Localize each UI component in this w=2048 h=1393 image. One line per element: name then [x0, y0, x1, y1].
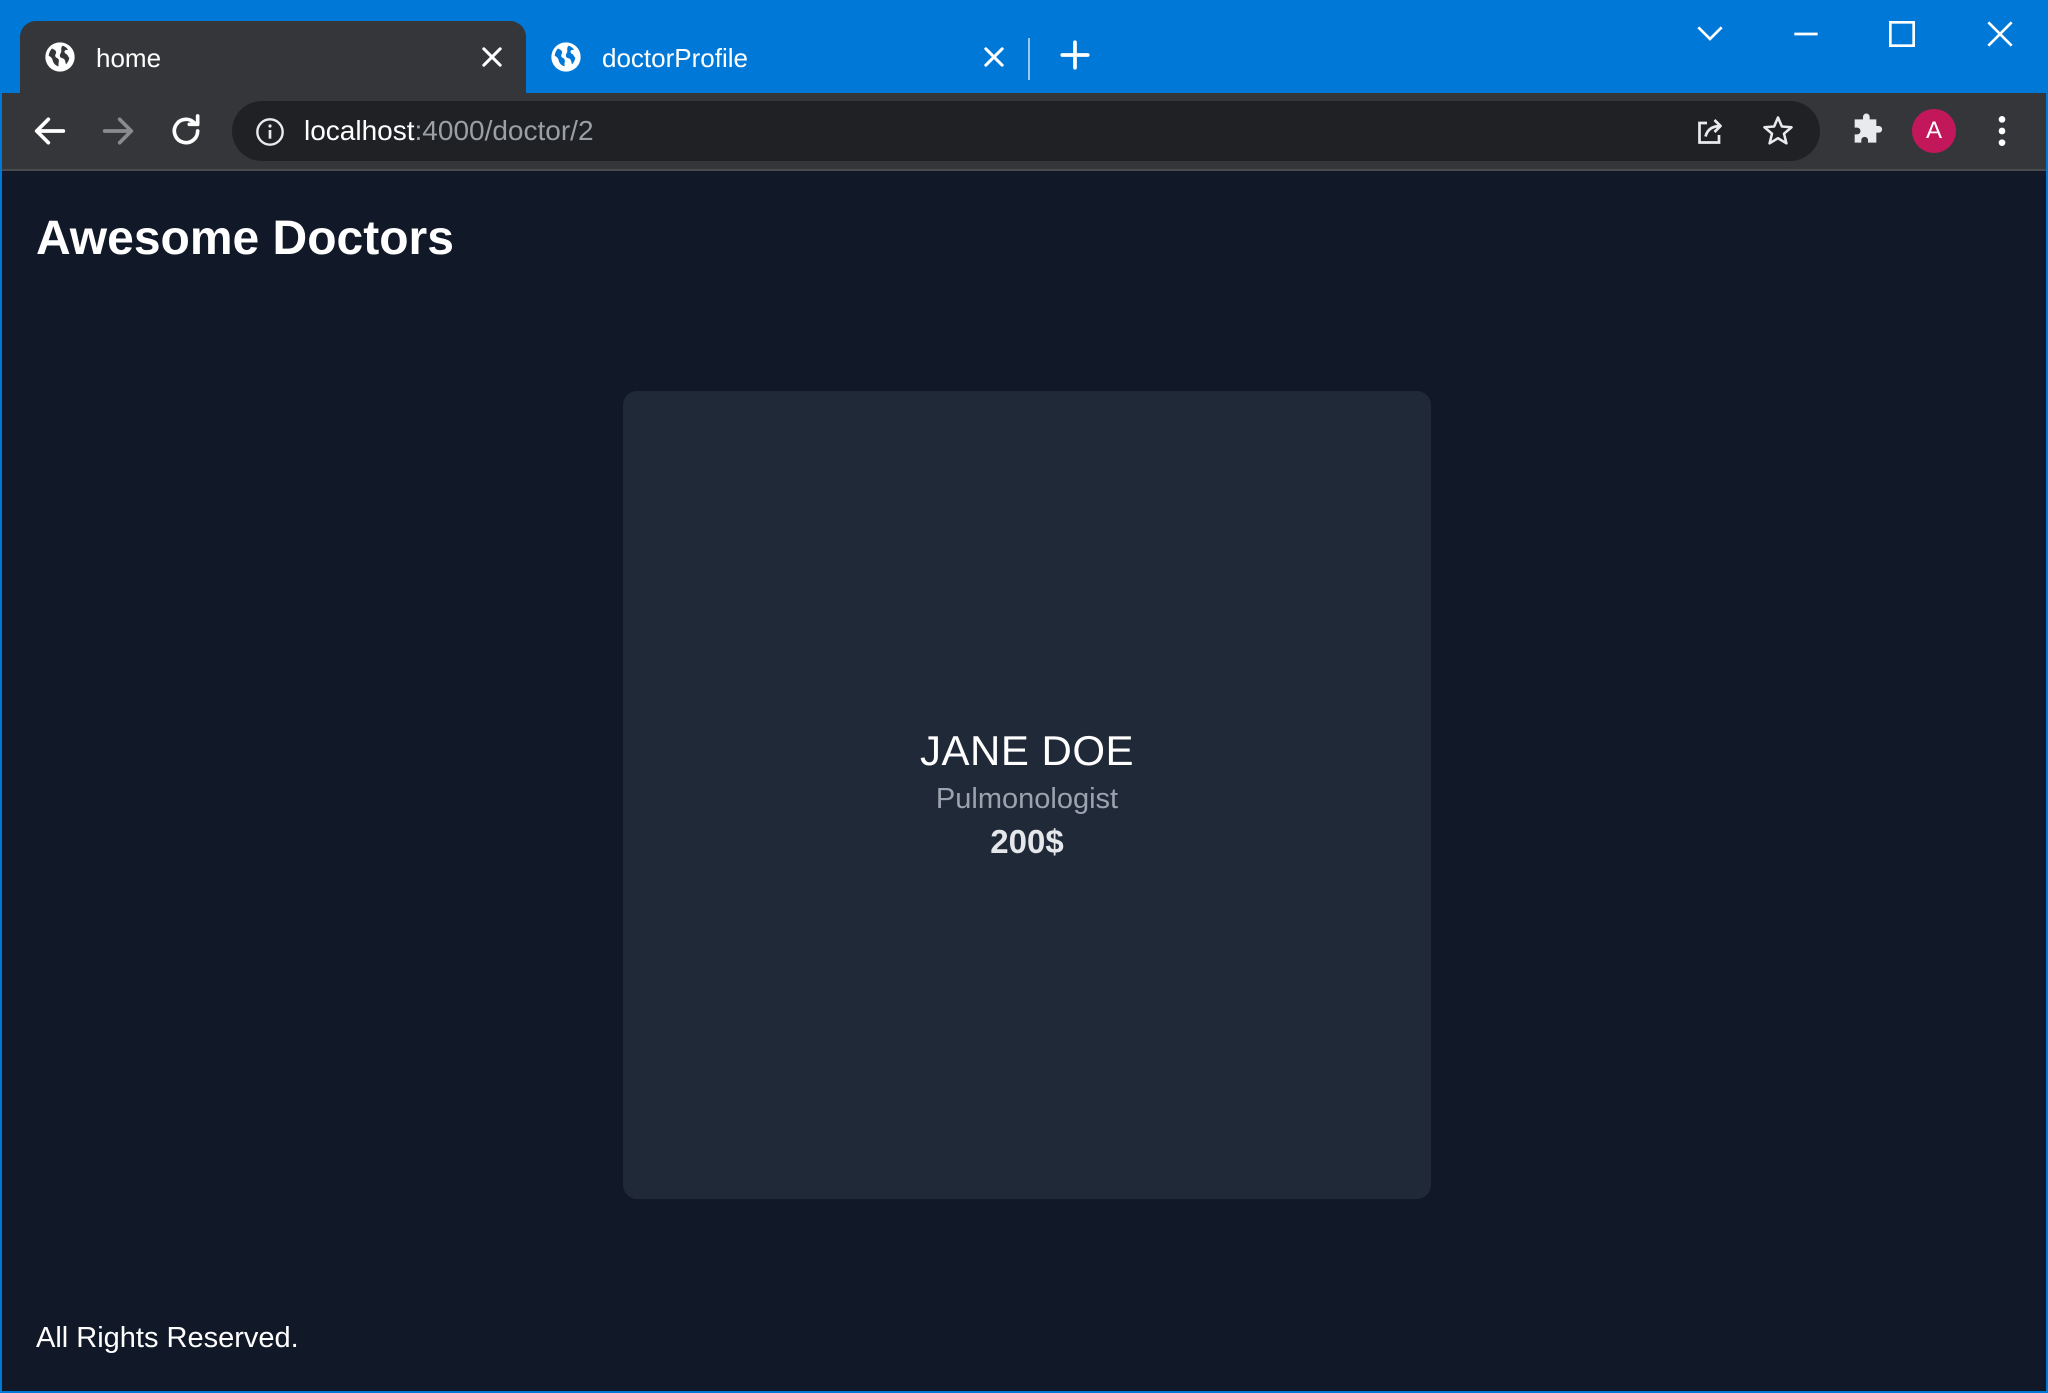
star-icon[interactable] [1760, 113, 1796, 149]
tab-title: doctorProfile [602, 43, 748, 73]
extensions-puzzle-icon[interactable] [1848, 111, 1888, 151]
tab-strip: home doctorProfile [2, 2, 2046, 93]
close-icon[interactable] [980, 43, 1008, 71]
site-title: Awesome Doctors [36, 212, 454, 265]
forward-arrow-icon[interactable] [98, 111, 138, 151]
reload-icon[interactable] [166, 111, 206, 151]
browser-window: home doctorProfile localhost:4000/doctor… [0, 0, 2048, 1393]
browser-toolbar: localhost:4000/doctor/2 A [2, 93, 2046, 171]
info-icon[interactable] [254, 116, 286, 148]
url-path: :4000/doctor/2 [414, 115, 594, 146]
doctor-specialty: Pulmonologist [935, 783, 1119, 815]
share-icon[interactable] [1692, 114, 1728, 150]
back-arrow-icon[interactable] [30, 111, 70, 151]
tab-title: home [96, 43, 162, 73]
globe-icon [551, 42, 581, 72]
page-viewport: Awesome Doctors JANE DOE Pulmonologist 2… [2, 171, 2046, 1391]
kebab-menu-icon[interactable] [1982, 111, 2022, 151]
tab-home[interactable]: home [20, 21, 526, 93]
url-text[interactable]: localhost:4000/doctor/2 [304, 115, 594, 147]
tab-divider [1028, 38, 1030, 80]
tab-doctor-profile[interactable]: doctorProfile [526, 21, 1028, 93]
globe-icon [45, 42, 75, 72]
close-icon[interactable] [478, 43, 506, 71]
chevron-down-icon[interactable] [1690, 14, 1730, 54]
profile-avatar[interactable]: A [1912, 109, 1956, 153]
doctor-card: JANE DOE Pulmonologist 200$ [623, 391, 1431, 1199]
doctor-price: 200$ [990, 823, 1064, 860]
maximize-icon[interactable] [1882, 14, 1922, 54]
address-bar[interactable]: localhost:4000/doctor/2 [232, 101, 1820, 161]
close-window-icon[interactable] [1980, 14, 2020, 54]
minimize-icon[interactable] [1786, 14, 1826, 54]
doctor-name: JANE DOE [919, 727, 1135, 774]
url-host: localhost [304, 115, 415, 146]
plus-icon[interactable] [1058, 38, 1092, 72]
footer-copyright: All Rights Reserved. [36, 1322, 299, 1354]
